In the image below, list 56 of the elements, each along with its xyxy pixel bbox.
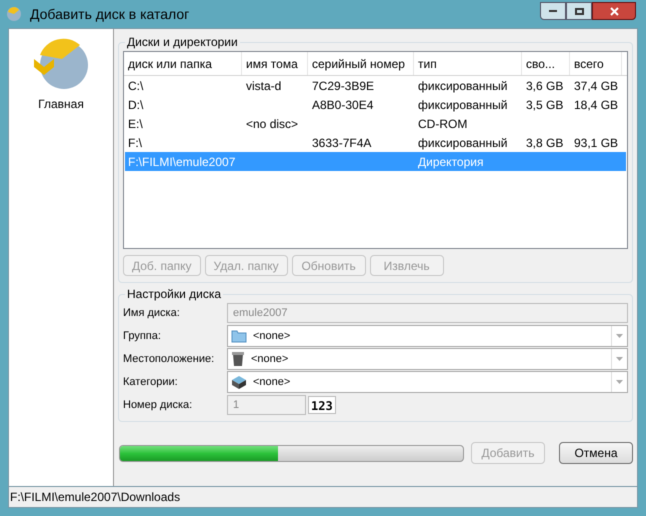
close-icon bbox=[610, 6, 618, 16]
dropdown-arrow-icon bbox=[616, 380, 623, 384]
table-cell: 18,4 GB bbox=[574, 98, 618, 112]
table-cell: F:\ bbox=[128, 136, 142, 150]
maximize-button[interactable] bbox=[566, 2, 592, 20]
table-cell: 3,5 GB bbox=[526, 98, 564, 112]
table-cell: 3633-7F4A bbox=[312, 136, 372, 150]
dropdown-arrow-icon bbox=[616, 357, 623, 361]
field-label: Группа: bbox=[123, 328, 162, 344]
combo-box[interactable]: <none> bbox=[227, 371, 628, 393]
field-label: Категории: bbox=[123, 374, 179, 390]
bin-icon bbox=[231, 351, 245, 367]
table-cell: фиксированный bbox=[418, 136, 508, 150]
table-cell: 3,8 GB bbox=[526, 136, 564, 150]
column-header[interactable]: сво... bbox=[522, 52, 570, 75]
field-label: Местоположение: bbox=[123, 352, 216, 367]
sidebar-item[interactable]: Главная bbox=[24, 35, 98, 113]
table-cell: 7C29-3B9E bbox=[312, 78, 374, 92]
minimize-button[interactable] bbox=[540, 2, 566, 20]
table-cell: 3,6 GB bbox=[526, 78, 564, 92]
table-row[interactable]: D:\ A8B0-30E4 фиксированный 3,5 GB 18,4 GB bbox=[125, 95, 626, 114]
combo-box[interactable]: <none> bbox=[227, 348, 628, 370]
field-label: Номер диска: bbox=[123, 398, 194, 413]
table-row[interactable]: C:\ vista-d 7C29-3B9E фиксированный 3,6 GB 37,4 GB bbox=[125, 76, 626, 95]
close-button[interactable] bbox=[592, 2, 636, 20]
table-cell: <no disc> bbox=[246, 116, 298, 130]
table-cell: A8B0-30E4 bbox=[312, 98, 374, 112]
dropdown-arrow-icon bbox=[616, 334, 623, 338]
column-header[interactable]: диск или папка bbox=[124, 52, 242, 75]
window-title: Добавить диск в каталог bbox=[30, 4, 190, 24]
column-header[interactable]: серийный номер bbox=[308, 52, 414, 75]
table-cell: F:\FILMI\emule2007 bbox=[128, 154, 236, 168]
column-header[interactable]: имя тома bbox=[242, 52, 308, 75]
status-bar: F:\FILMI\emule2007\Downloads bbox=[8, 487, 638, 508]
column-header[interactable]: тип bbox=[414, 52, 522, 75]
table-cell: D:\ bbox=[128, 98, 144, 112]
table-cell: фиксированный bbox=[418, 98, 508, 112]
folder-icon bbox=[231, 329, 247, 343]
table-cell: фиксированный bbox=[418, 78, 508, 92]
combo-box[interactable]: <none> bbox=[227, 325, 628, 347]
table-cell: C:\ bbox=[128, 78, 144, 92]
table-cell: 93,1 GB bbox=[574, 136, 618, 150]
group-title: Диски и директории bbox=[126, 34, 239, 51]
cancel-button[interactable]: Отмена bbox=[559, 442, 633, 464]
column-header[interactable]: всего bbox=[570, 52, 622, 75]
table-cell: Директория bbox=[418, 154, 484, 168]
table-cell: E:\ bbox=[128, 116, 143, 130]
table-cell: 37,4 GB bbox=[574, 78, 618, 92]
table-row[interactable]: F:\ 3633-7F4A фиксированный 3,8 GB 93,1 GB bbox=[125, 133, 626, 152]
table-cell: CD-ROM bbox=[418, 116, 468, 130]
field-label: Имя диска: bbox=[123, 306, 181, 321]
group-title: Настройки диска bbox=[126, 286, 222, 303]
app-icon bbox=[6, 6, 22, 22]
table-cell: vista-d bbox=[246, 78, 282, 92]
box-icon bbox=[231, 375, 247, 389]
table-row[interactable]: E:\ <no disc> CD-ROM bbox=[125, 114, 626, 133]
